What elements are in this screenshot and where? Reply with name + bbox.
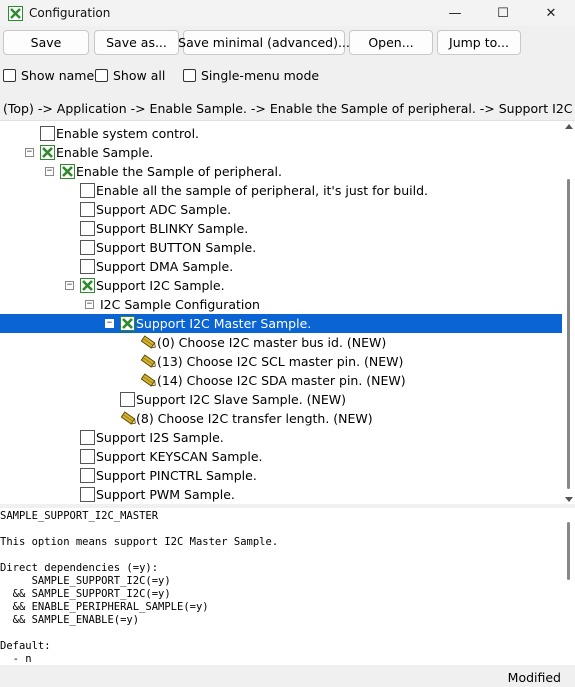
status-text: Modified [507, 670, 561, 685]
scroll-up-icon[interactable] [565, 124, 573, 129]
tree-row[interactable]: Support BUTTON Sample. [0, 238, 562, 257]
tree-row[interactable]: − Enable Sample. [0, 143, 562, 162]
tree-row-label: (14) Choose I2C SDA master pin. (NEW) [157, 373, 406, 388]
collapse-icon[interactable]: − [65, 281, 74, 290]
unchecked-checkbox-icon[interactable] [80, 202, 95, 217]
options-bar: Show name Show all Single-menu mode [0, 68, 575, 86]
single-menu-checkbox[interactable]: Single-menu mode [183, 68, 319, 83]
collapse-icon[interactable]: − [85, 300, 94, 309]
checked-checkbox-icon[interactable] [60, 164, 75, 179]
collapse-icon[interactable]: − [25, 148, 34, 157]
config-tree[interactable]: Support PWM Sample. Support PINCTRL Sampl… [0, 120, 575, 504]
show-all-label: Show all [113, 68, 166, 83]
jump-to-button[interactable]: Jump to... [437, 30, 521, 55]
unchecked-checkbox-icon[interactable] [80, 183, 95, 198]
tree-row[interactable]: Support I2S Sample. [0, 428, 562, 447]
save-as-button[interactable]: Save as... [94, 30, 179, 55]
toolbar: Save Save as... Save minimal (advanced).… [0, 30, 575, 56]
unchecked-checkbox-icon[interactable] [80, 430, 95, 445]
minimize-icon[interactable]: — [431, 0, 479, 26]
tree-row-label: Support I2C Master Sample. [136, 316, 312, 331]
tree-row[interactable]: − Enable the Sample of peripheral. [0, 162, 562, 181]
show-name-label: Show name [21, 68, 95, 83]
tree-row[interactable]: (13) Choose I2C SCL master pin. (NEW) [0, 352, 562, 371]
checked-checkbox-icon[interactable] [40, 145, 55, 160]
checked-checkbox-icon[interactable] [80, 278, 95, 293]
tree-row[interactable]: Enable system control. [0, 124, 562, 143]
title-bar: Configuration — ☐ ✕ [0, 0, 575, 26]
unchecked-checkbox-icon[interactable] [80, 449, 95, 464]
tree-row[interactable]: Support BLINKY Sample. [0, 219, 562, 238]
unchecked-checkbox-icon[interactable] [80, 468, 95, 483]
tree-row-label: Support BLINKY Sample. [96, 221, 249, 236]
tree-row[interactable]: (8) Choose I2C transfer length. (NEW) [0, 409, 562, 428]
pencil-icon [140, 354, 157, 369]
unchecked-checkbox-icon[interactable] [80, 487, 95, 502]
help-pane: SAMPLE_SUPPORT_I2C_MASTER This option me… [0, 508, 575, 665]
save-minimal-button[interactable]: Save minimal (advanced)... [178, 30, 350, 55]
collapse-icon[interactable]: − [45, 167, 54, 176]
show-name-checkbox[interactable]: Show name [3, 68, 94, 83]
help-text: SAMPLE_SUPPORT_I2C_MASTER This option me… [0, 510, 279, 665]
collapse-icon[interactable]: − [105, 319, 114, 328]
unchecked-checkbox-icon[interactable] [80, 240, 95, 255]
scroll-thumb[interactable] [567, 179, 570, 489]
pencil-icon [140, 373, 157, 388]
tree-row[interactable]: Support PINCTRL Sample. [0, 466, 562, 485]
tree-row-label: (0) Choose I2C master bus id. (NEW) [157, 335, 387, 350]
tree-row[interactable]: Support KEYSCAN Sample. [0, 447, 562, 466]
tree-row-label: Enable Sample. [56, 145, 154, 160]
tree-row-label: Enable all the sample of peripheral, it'… [96, 183, 429, 198]
checked-checkbox-icon[interactable] [120, 316, 135, 331]
tree-row[interactable]: − Support I2C Master Sample. [0, 314, 562, 333]
tree-row-label: Support BUTTON Sample. [96, 240, 257, 255]
checkbox-box[interactable] [3, 69, 16, 82]
tree-row[interactable]: − I2C Sample Configuration [0, 295, 562, 314]
help-scrollbar[interactable] [562, 508, 575, 665]
show-all-checkbox[interactable]: Show all [95, 68, 165, 83]
tree-row-label: Support KEYSCAN Sample. [96, 449, 263, 464]
tree-row-label: (13) Choose I2C SCL master pin. (NEW) [157, 354, 404, 369]
tree-row[interactable]: Support I2C Slave Sample. (NEW) [0, 390, 562, 409]
pencil-icon [140, 335, 157, 350]
tree-row[interactable]: (0) Choose I2C master bus id. (NEW) [0, 333, 562, 352]
checkbox-box[interactable] [95, 69, 108, 82]
unchecked-checkbox-icon[interactable] [80, 221, 95, 236]
breadcrumb[interactable]: (Top) -> Application -> Enable Sample. -… [3, 101, 575, 116]
tree-row-label: Support I2C Sample. [96, 278, 225, 293]
tree-row-label: (8) Choose I2C transfer length. (NEW) [136, 411, 373, 426]
tree-row[interactable]: (14) Choose I2C SDA master pin. (NEW) [0, 371, 562, 390]
scroll-down-icon[interactable] [565, 497, 573, 502]
tree-row-label: Support PINCTRL Sample. [96, 468, 257, 483]
tree-row[interactable]: Support PWM Sample. [0, 485, 562, 504]
save-button[interactable]: Save [3, 30, 89, 55]
maximize-icon[interactable]: ☐ [479, 0, 527, 26]
tree-row[interactable]: Support DMA Sample. [0, 257, 562, 276]
window-title: Configuration [29, 6, 111, 20]
tree-row-label: Support I2S Sample. [96, 430, 224, 445]
tree-row-label: Enable the Sample of peripheral. [76, 164, 282, 179]
pencil-icon [120, 411, 137, 426]
scroll-thumb[interactable] [567, 522, 570, 580]
single-menu-label: Single-menu mode [201, 68, 320, 83]
app-icon [8, 5, 23, 21]
tree-row-label: Enable system control. [56, 126, 200, 141]
close-icon[interactable]: ✕ [527, 0, 575, 26]
tree-row-label: Support PWM Sample. [96, 487, 235, 502]
tree-row-label: Support I2C Slave Sample. (NEW) [136, 392, 347, 407]
open-button[interactable]: Open... [349, 30, 433, 55]
tree-row-label: Support ADC Sample. [96, 202, 232, 217]
unchecked-checkbox-icon[interactable] [40, 126, 55, 141]
tree-row[interactable]: Support ADC Sample. [0, 200, 562, 219]
tree-row[interactable]: Enable all the sample of peripheral, it'… [0, 181, 562, 200]
checkbox-box[interactable] [183, 69, 196, 82]
tree-row-label: I2C Sample Configuration [100, 297, 260, 312]
unchecked-checkbox-icon[interactable] [80, 259, 95, 274]
tree-row-label: Support DMA Sample. [96, 259, 234, 274]
tree-scrollbar[interactable] [562, 121, 575, 504]
tree-row[interactable]: − Support I2C Sample. [0, 276, 562, 295]
unchecked-checkbox-icon[interactable] [120, 392, 135, 407]
